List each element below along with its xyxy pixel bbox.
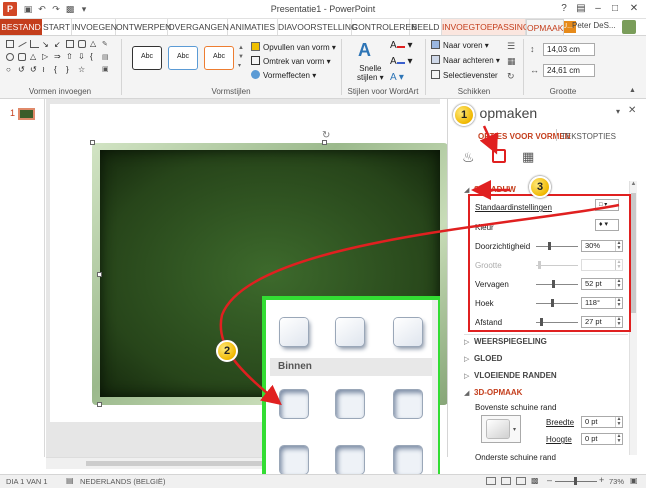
reading-view-icon[interactable]	[516, 477, 526, 485]
zoom-in-icon[interactable]: +	[599, 475, 604, 485]
step-badge-3: 3	[529, 176, 551, 198]
step-badge-1: 1	[453, 104, 475, 126]
status-language[interactable]: NEDERLANDS (BELGIË)	[80, 477, 165, 486]
normal-view-icon[interactable]	[486, 477, 496, 485]
zoom-slider-thumb[interactable]	[574, 477, 577, 485]
slideshow-view-icon[interactable]: ▩	[531, 476, 539, 485]
slide-sorter-icon[interactable]	[501, 477, 511, 485]
callout-arrows	[219, 125, 620, 406]
status-slide-count: DIA 1 VAN 1	[6, 477, 48, 486]
spellcheck-icon[interactable]: ▤	[66, 476, 74, 485]
powerpoint-window: P ▣ ↶ ↷ ▩ ▾ Presentatie1 - PowerPoint ? …	[0, 0, 646, 488]
arrow-to-effects-tab	[479, 125, 498, 155]
step-badge-2: 2	[216, 340, 238, 362]
zoom-out-icon[interactable]: –	[547, 475, 552, 485]
status-bar: DIA 1 VAN 1 ▤ NEDERLANDS (BELGIË) ▩ – + …	[0, 474, 646, 488]
zoom-level[interactable]: 73%	[609, 477, 624, 486]
fit-to-window-icon[interactable]: ▣	[630, 476, 638, 485]
arrow-to-inner-presets	[219, 203, 620, 406]
